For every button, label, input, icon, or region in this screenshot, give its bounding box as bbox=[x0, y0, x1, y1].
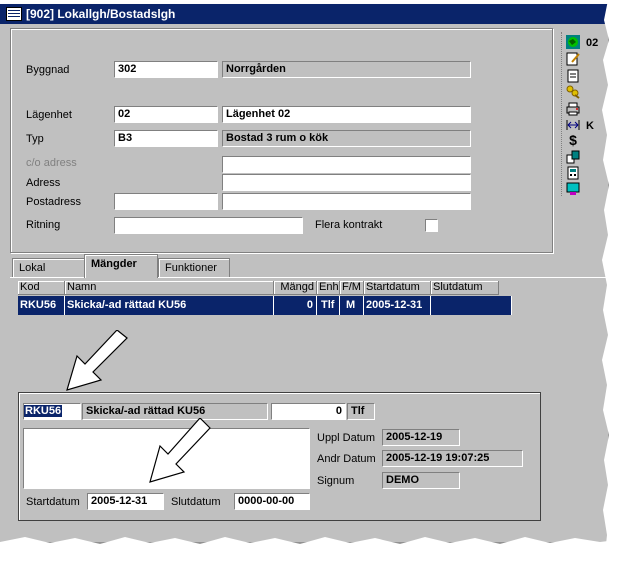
andr-datum-field: 2005-12-19 19:07:25 bbox=[382, 450, 523, 467]
cell-fm[interactable]: M bbox=[340, 296, 364, 315]
window-title: [902] Lokallgh/Bostadslgh bbox=[26, 7, 176, 21]
annotation-arrow-1 bbox=[66, 330, 128, 391]
ritning-field[interactable] bbox=[114, 217, 303, 234]
co-adress-label: c/o adress bbox=[26, 157, 77, 169]
title-bar[interactable]: [902] Lokallgh/Bostadslgh bbox=[0, 4, 608, 24]
column-header-slutdatum[interactable]: Slutdatum bbox=[431, 281, 499, 295]
cell-namn[interactable]: Skicka/-ad rättad KU56 bbox=[65, 296, 274, 315]
andr-datum-label: Andr Datum bbox=[317, 453, 376, 465]
cell-startdatum[interactable]: 2005-12-31 bbox=[364, 296, 431, 315]
byggnad-name-field: Norrgården bbox=[222, 61, 471, 78]
keys-icon[interactable] bbox=[566, 85, 580, 99]
dollar-icon[interactable]: $ bbox=[566, 133, 580, 147]
cell-enh[interactable]: Tlf bbox=[317, 296, 340, 315]
uppl-datum-label: Uppl Datum bbox=[317, 432, 376, 444]
column-header-namn[interactable]: Namn bbox=[65, 281, 274, 295]
group-icon[interactable] bbox=[566, 150, 580, 164]
tab-funktioner[interactable]: Funktioner bbox=[158, 258, 230, 278]
window-icon bbox=[6, 7, 22, 21]
document-icon[interactable] bbox=[566, 69, 580, 83]
column-header-enh[interactable]: Enh bbox=[317, 281, 340, 295]
lagenhet-name-field[interactable]: Lägenhet 02 bbox=[222, 106, 471, 123]
startdatum-label: Startdatum bbox=[26, 496, 80, 508]
resize-icon[interactable] bbox=[566, 118, 580, 132]
detail-kod-selection: RKU56 bbox=[24, 405, 63, 417]
cell-mangd[interactable]: 0 bbox=[274, 296, 317, 315]
typ-code-field[interactable]: B3 bbox=[114, 130, 218, 147]
uppl-datum-field: 2005-12-19 bbox=[382, 429, 460, 446]
calculator-icon[interactable] bbox=[566, 166, 580, 180]
torn-edge-right bbox=[602, 0, 625, 563]
detail-kod-field[interactable]: RKU56 bbox=[23, 403, 81, 420]
printer-icon[interactable] bbox=[566, 102, 580, 116]
co-adress-field[interactable] bbox=[222, 156, 471, 173]
edit-icon[interactable] bbox=[566, 52, 580, 66]
startdatum-field[interactable]: 2005-12-31 bbox=[87, 493, 164, 510]
slutdatum-label: Slutdatum bbox=[171, 496, 221, 508]
adress-label: Adress bbox=[26, 177, 61, 189]
cell-kod[interactable]: RKU56 bbox=[18, 296, 65, 315]
adress-field[interactable] bbox=[222, 174, 471, 191]
world-icon[interactable] bbox=[566, 35, 580, 49]
signum-label: Signum bbox=[317, 475, 355, 487]
annotation-arrow-2 bbox=[149, 418, 211, 483]
signum-field: DEMO bbox=[382, 472, 460, 489]
detail-mangd-field[interactable]: 0 bbox=[271, 403, 346, 420]
typ-label: Typ bbox=[26, 133, 44, 145]
typ-name-field: Bostad 3 rum o kök bbox=[222, 130, 471, 147]
detail-enh-field: Tlf bbox=[347, 403, 375, 420]
flera-kontrakt-checkbox[interactable] bbox=[425, 219, 438, 232]
tab-lokal[interactable]: Lokal bbox=[12, 258, 86, 278]
flera-kontrakt-label: Flera kontrakt bbox=[315, 219, 383, 231]
column-header-kod[interactable]: Kod bbox=[18, 281, 65, 295]
ritning-label: Ritning bbox=[26, 219, 61, 231]
postnummer-field[interactable] bbox=[114, 193, 218, 210]
sidebar-label-k: K bbox=[586, 120, 594, 132]
torn-edge-bottom bbox=[0, 537, 625, 563]
postort-field[interactable] bbox=[222, 193, 471, 210]
byggnad-code-field[interactable]: 302 bbox=[114, 61, 218, 78]
column-header-mangd[interactable]: Mängd bbox=[274, 281, 317, 295]
postadress-label: Postadress bbox=[26, 196, 82, 208]
tab-mangder[interactable]: Mängder bbox=[84, 254, 158, 278]
monitor-icon[interactable] bbox=[566, 182, 580, 196]
app-window: [902] Lokallgh/Bostadslgh Byggnad Lägenh… bbox=[0, 4, 608, 542]
lagenhet-code-field[interactable]: 02 bbox=[114, 106, 218, 123]
column-header-fm[interactable]: F/M bbox=[340, 281, 364, 295]
slutdatum-field[interactable]: 0000-00-00 bbox=[234, 493, 310, 510]
byggnad-label: Byggnad bbox=[26, 64, 70, 76]
lagenhet-label: Lägenhet bbox=[26, 109, 72, 121]
column-header-startdatum[interactable]: Startdatum bbox=[364, 281, 431, 295]
cell-slutdatum[interactable] bbox=[431, 296, 512, 315]
